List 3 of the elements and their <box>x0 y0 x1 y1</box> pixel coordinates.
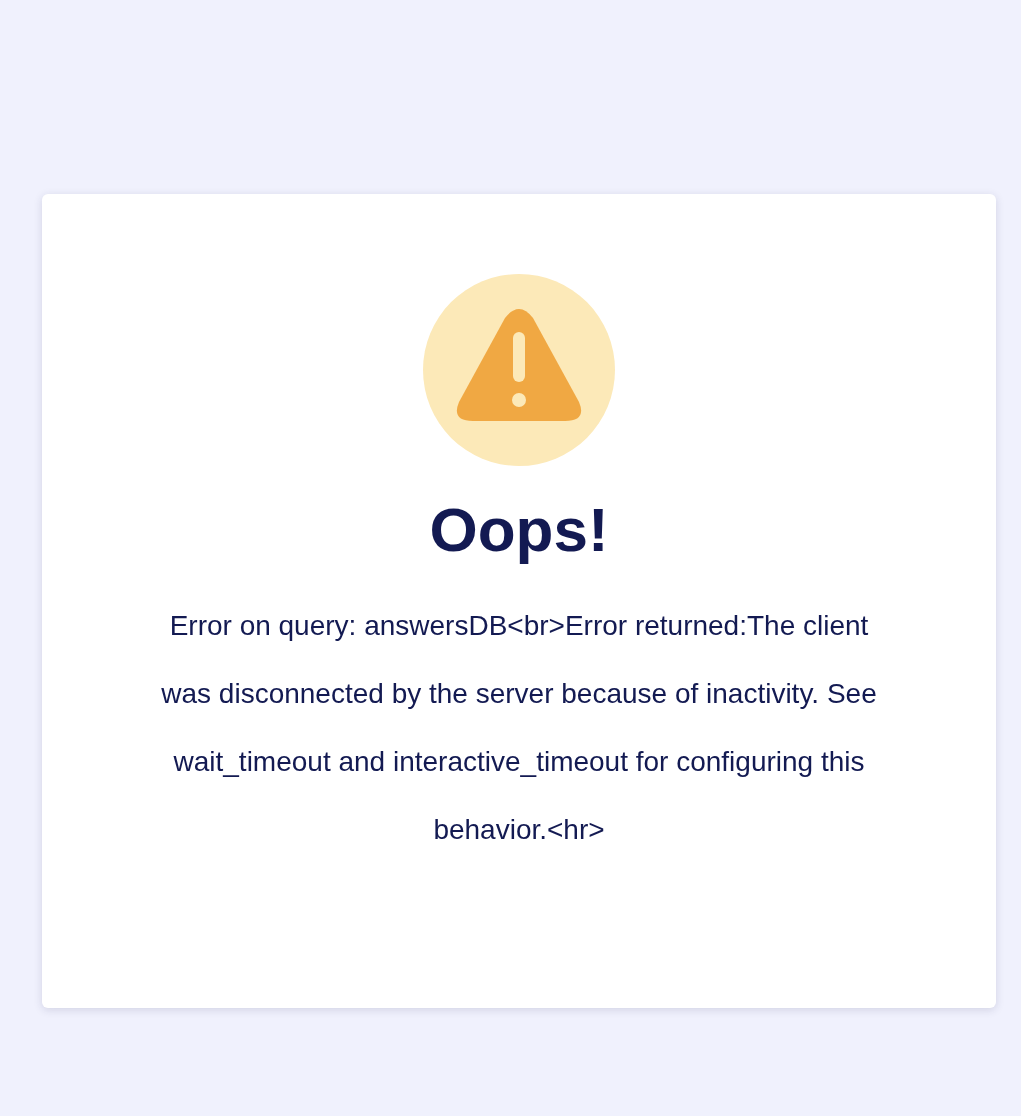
warning-icon <box>423 274 615 466</box>
error-title: Oops! <box>429 494 609 566</box>
error-message: Error on query: answersDB<br>Error returned:The client was disconnected by the server because of inactivity. See wait_timeout and interactive_timeout for configuring this behavior.<hr> <box>160 609 878 847</box>
